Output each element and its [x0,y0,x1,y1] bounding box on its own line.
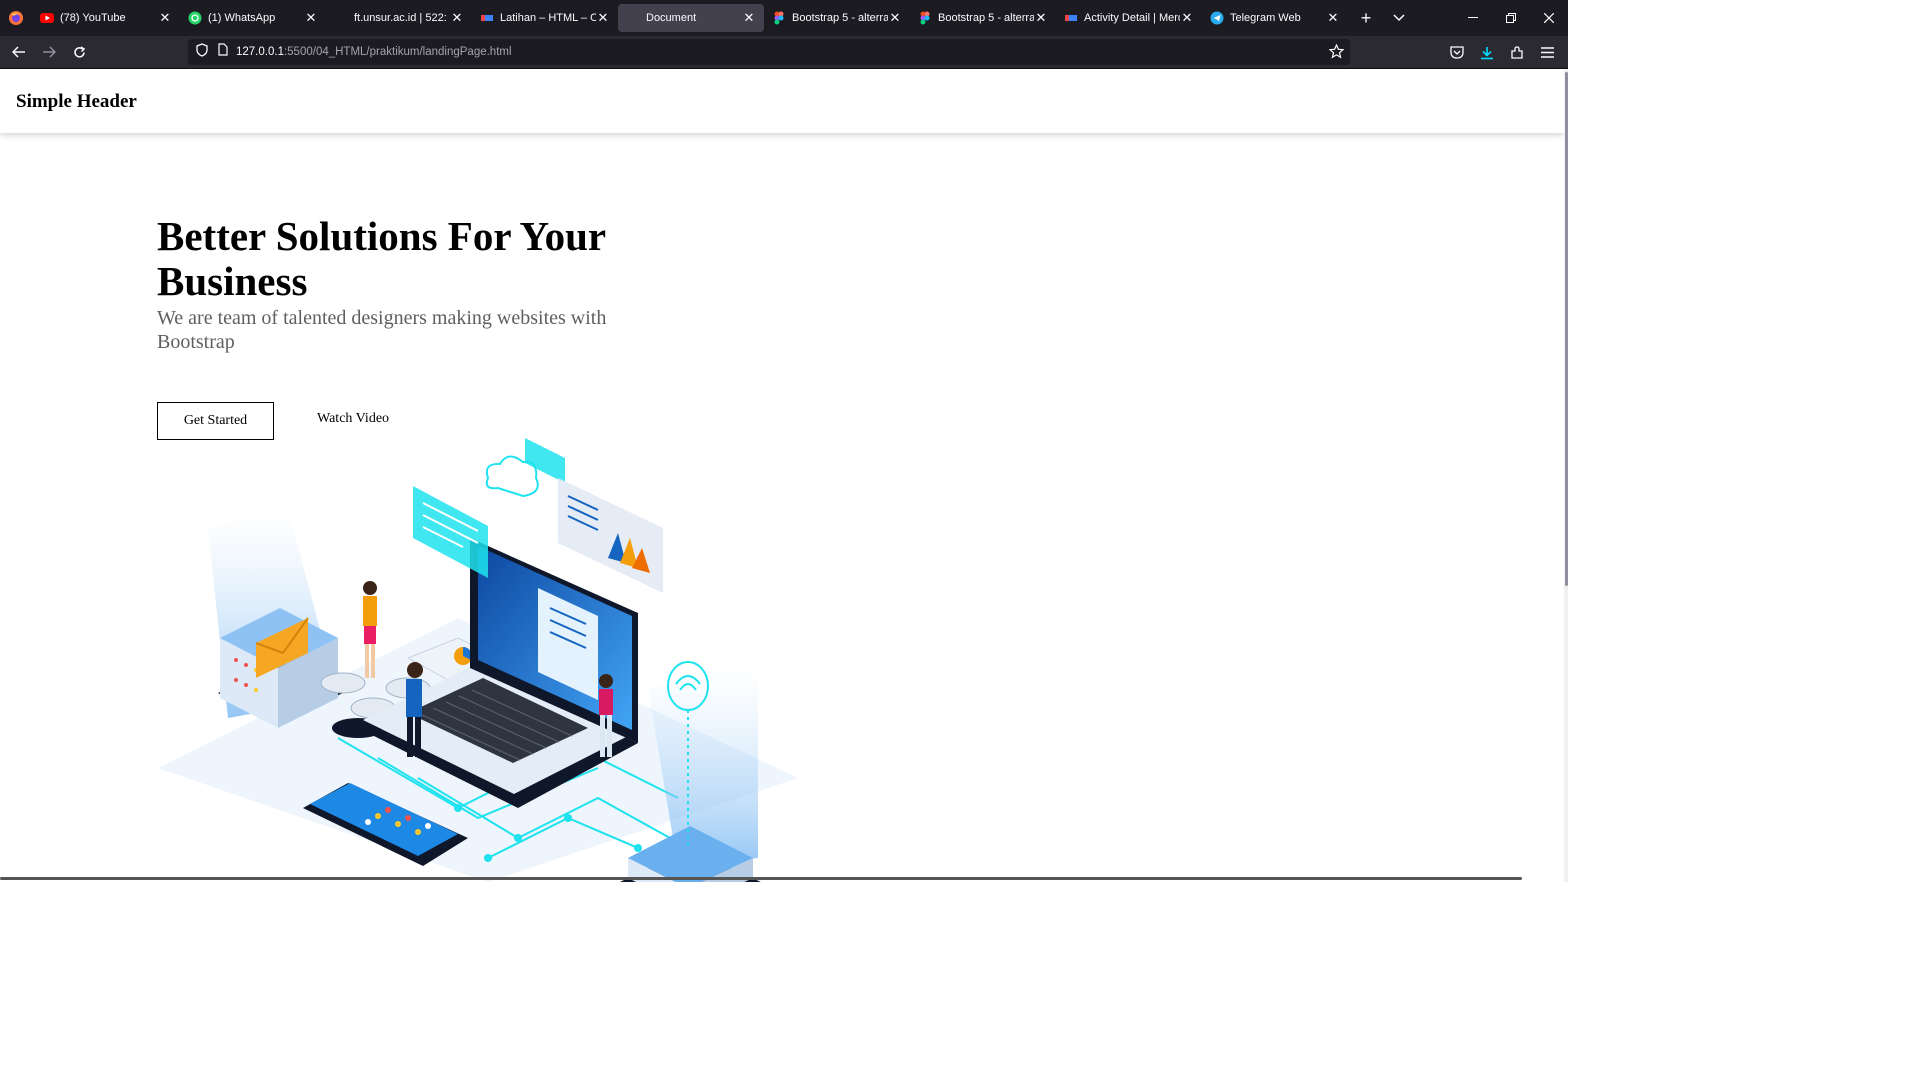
close-tab-icon[interactable]: ✕ [1326,10,1340,26]
url-path: :5500/04_HTML/praktikum/landingPage.html [283,46,512,58]
whatsapp-icon [188,11,202,25]
bookmark-star-icon[interactable] [1328,43,1345,64]
browser-tab[interactable]: Telegram Web ✕ [1202,4,1348,32]
tab-title: Bootstrap 5 - alterra – F [938,12,1034,24]
url-bar[interactable]: 127.0.0.1:5500/04_HTML/praktikum/landing… [188,39,1350,65]
tab-bar: (78) YouTube ✕ (1) WhatsApp ✕ ft.unsur.ac.id… [0,0,1568,36]
youtube-icon [40,11,54,25]
hero-illustration [158,438,798,882]
list-tabs-icon[interactable] [1384,0,1414,36]
site-header: Simple Header [0,70,1564,133]
restore-icon[interactable] [1492,0,1530,36]
browser-tab[interactable]: ft.unsur.ac.id | 522: Connec✕ [326,4,472,32]
tab-title: ft.unsur.ac.id | 522: Connec [354,12,450,24]
figma-icon [918,11,932,25]
close-tab-icon[interactable]: ✕ [304,10,318,26]
tab-title: Latihan – HTML – ONE [500,12,596,24]
firefox-menu-icon[interactable] [0,0,32,36]
minimize-icon[interactable] [1454,0,1492,36]
close-tab-icon[interactable]: ✕ [742,10,756,26]
web-page: Simple Header Better Solutions For Your … [0,70,1568,882]
pocket-icon[interactable] [1442,38,1472,68]
scroll-thumb[interactable] [1565,72,1568,586]
telegram-icon [1210,11,1224,25]
downloads-icon[interactable] [1472,38,1502,68]
reload-icon[interactable] [64,37,94,67]
hero-subtitle: We are team of talented designers making… [157,307,607,353]
url-text[interactable]: 127.0.0.1:5500/04_HTML/praktikum/landing… [236,46,512,58]
browser-tab[interactable]: (1) WhatsApp ✕ [180,4,326,32]
tab-title: Telegram Web [1230,12,1301,24]
back-icon[interactable] [4,37,34,67]
tab-title: (1) WhatsApp [208,12,276,24]
close-window-icon[interactable] [1530,0,1568,36]
url-host: 127.0.0.1 [236,46,284,58]
shield-icon[interactable] [196,42,208,62]
watch-video-button[interactable]: Watch Video [317,411,389,427]
vertical-scrollbar[interactable] [1564,70,1568,882]
browser-tab[interactable]: Bootstrap 5 - alterra – F✕ [910,4,1056,32]
forward-icon[interactable] [34,37,64,67]
close-tab-icon[interactable]: ✕ [450,10,464,26]
close-tab-icon[interactable]: ✕ [596,10,610,26]
close-tab-icon[interactable]: ✕ [1034,10,1048,26]
page-info-icon[interactable] [218,43,228,61]
blank-favicon [626,11,640,25]
page-icon [480,11,494,25]
page-icon [1064,11,1078,25]
hero-title: Better Solutions For Your Business [157,213,606,304]
tab-title: Activity Detail | Merdek [1084,12,1180,24]
tab-title: Bootstrap 5 - alterra – F [792,12,888,24]
tab-title: (78) YouTube [60,12,126,24]
browser-tab[interactable]: Activity Detail | Merdek✕ [1056,4,1202,32]
close-tab-icon[interactable]: ✕ [1180,10,1194,26]
close-tab-icon[interactable]: ✕ [158,10,172,26]
new-tab-button[interactable]: + [1348,0,1384,36]
figma-icon [772,11,786,25]
close-tab-icon[interactable]: ✕ [888,10,902,26]
tab-title: Document [646,12,697,24]
extensions-icon[interactable] [1502,38,1532,68]
browser-tab[interactable]: Bootstrap 5 - alterra – F✕ [764,4,910,32]
blank-favicon [334,11,348,25]
navigation-toolbar: 127.0.0.1:5500/04_HTML/praktikum/landing… [0,36,1568,69]
brand-title[interactable]: Simple Header [16,91,137,113]
horizontal-scrollbar[interactable] [0,877,1522,880]
browser-tab[interactable]: (78) YouTube ✕ [32,4,180,32]
app-menu-icon[interactable] [1532,38,1562,68]
browser-tab[interactable]: Latihan – HTML – ONE✕ [472,4,618,32]
browser-tab[interactable]: Document ✕ [618,4,764,32]
get-started-button[interactable]: Get Started [157,402,274,440]
